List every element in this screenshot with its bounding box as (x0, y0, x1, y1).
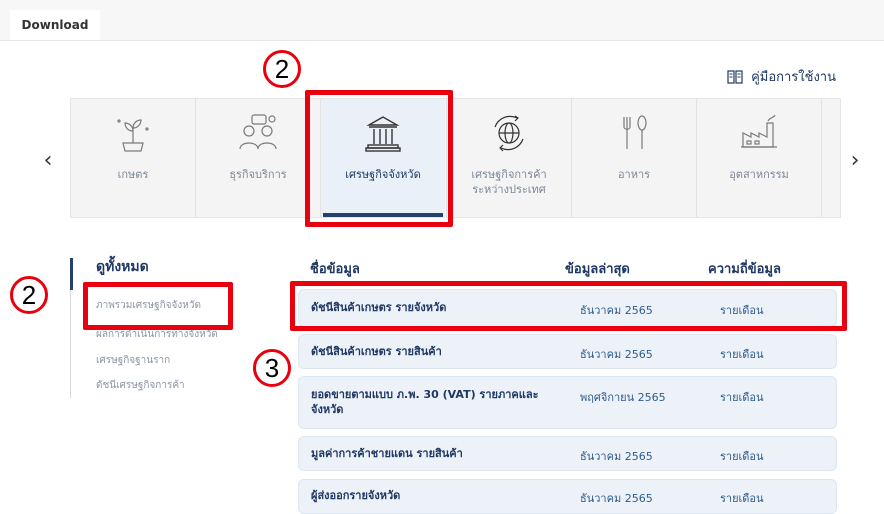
factory-icon (737, 113, 781, 153)
category-carousel: เกษตร ธุรกิจบริการ เศรษฐกิจจังหวัด เศรษฐ… (70, 98, 841, 218)
sidebar-title[interactable]: ดูทั้งหมด (96, 256, 149, 278)
book-icon (727, 69, 743, 84)
table-row[interactable]: มูลค่าการค้าชายแดน รายสินค้า ธันวาคม 256… (298, 436, 837, 471)
people-chat-icon (236, 113, 280, 153)
fork-spoon-icon (612, 113, 656, 153)
row-latest: ธันวาคม 2565 (580, 492, 653, 505)
row-name: ดัชนีสินค้าเกษตร รายสินค้า (311, 345, 442, 358)
category-label: ธุรกิจบริการ (229, 168, 287, 181)
row-latest: ธันวาคม 2565 (580, 348, 653, 361)
category-label: เศรษฐกิจการค้า ระหว่างประเทศ (471, 168, 547, 196)
column-header-frequency: ความถี่ข้อมูล (708, 262, 781, 277)
row-frequency: รายเดือน (720, 391, 764, 404)
category-label: เกษตร (117, 168, 149, 181)
chevron-right-icon[interactable]: › (845, 148, 865, 173)
tab-download[interactable]: Download (10, 10, 100, 40)
category-industry[interactable]: อุตสาหกรรม (697, 99, 821, 217)
step-number-badge: 2 (10, 276, 48, 314)
row-name: มูลค่าการค้าชายแดน รายสินค้า (311, 447, 463, 460)
user-manual-link[interactable]: คู่มือการใช้งาน (727, 66, 836, 87)
row-frequency: รายเดือน (720, 348, 764, 361)
highlight-box-sidebar (83, 282, 233, 330)
row-frequency: รายเดือน (720, 492, 764, 505)
highlight-box-category (305, 90, 453, 227)
column-header-name: ชื่อข้อมูล (310, 262, 360, 277)
sidebar-active-indicator (70, 258, 73, 290)
table-row[interactable]: ยอดขายตามแบบ ภ.พ. 30 (VAT) รายภาคและจังห… (298, 376, 837, 429)
category-international-trade[interactable]: เศรษฐกิจการค้า ระหว่างประเทศ (447, 99, 571, 217)
divider (821, 99, 822, 217)
step-number-badge: 2 (263, 50, 301, 88)
category-label: อุตสาหกรรม (729, 168, 789, 181)
table-row[interactable]: ผู้ส่งออกรายจังหวัด ธันวาคม 2565 รายเดือ… (298, 479, 837, 514)
globe-trade-icon (487, 113, 531, 153)
step-number-badge: 3 (253, 349, 291, 387)
category-services[interactable]: ธุรกิจบริการ (196, 99, 320, 217)
table-row[interactable]: ดัชนีสินค้าเกษตร รายสินค้า ธันวาคม 2565 … (298, 334, 837, 369)
column-header-latest: ข้อมูลล่าสุด (565, 262, 630, 277)
top-tab-bar: Download (0, 0, 884, 41)
row-latest: ธันวาคม 2565 (580, 450, 653, 463)
chevron-left-icon[interactable]: ‹ (38, 148, 58, 173)
plant-icon (111, 113, 155, 153)
row-name: ยอดขายตามแบบ ภ.พ. 30 (VAT) รายภาคและจังห… (311, 388, 539, 416)
highlight-box-row (290, 281, 847, 331)
category-food[interactable]: อาหาร (572, 99, 696, 217)
sidebar-item-grassroots-economy[interactable]: เศรษฐกิจฐานราก (96, 353, 170, 368)
sidebar-item-trade-index[interactable]: ดัชนีเศรษฐกิจการค้า (96, 378, 185, 393)
row-latest: พฤศจิกายน 2565 (580, 391, 666, 404)
sidebar-rule (70, 290, 71, 398)
category-agriculture[interactable]: เกษตร (71, 99, 195, 217)
row-frequency: รายเดือน (720, 450, 764, 463)
category-label: อาหาร (617, 168, 651, 181)
user-manual-label: คู่มือการใช้งาน (751, 70, 836, 85)
row-name: ผู้ส่งออกรายจังหวัด (311, 489, 401, 502)
